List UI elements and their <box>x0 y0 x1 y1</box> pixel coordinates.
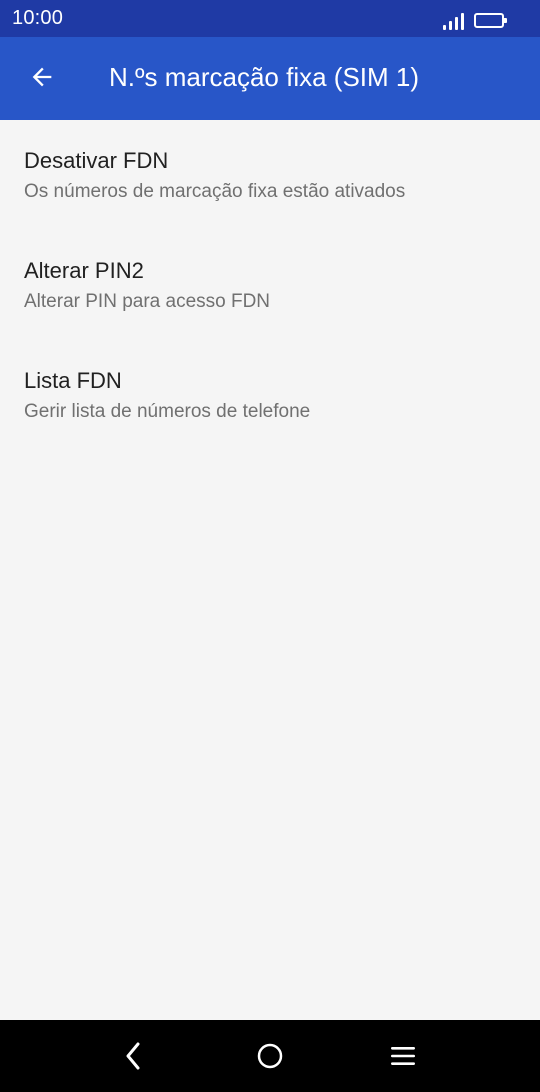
battery-icon <box>474 13 507 28</box>
nav-menu-icon[interactable] <box>383 1036 423 1076</box>
app-bar: N.ºs marcação fixa (SIM 1) <box>0 37 540 120</box>
page-title: N.ºs marcação fixa (SIM 1) <box>109 62 420 92</box>
status-time: 10:00 <box>12 7 64 29</box>
navigation-bar <box>0 1020 540 1092</box>
list-item-disable-fdn[interactable]: Desativar FDN Os números de marcação fix… <box>0 120 540 230</box>
screen: 10:00 N.ºs marcação fixa (SIM 1) Desativ… <box>0 0 540 1092</box>
nav-home-icon[interactable] <box>250 1036 290 1076</box>
list-item-subtitle: Os números de marcação fixa estão ativad… <box>24 181 406 202</box>
nav-back-icon[interactable] <box>113 1036 153 1076</box>
status-bar: 10:00 <box>0 0 540 37</box>
settings-list: Desativar FDN Os números de marcação fix… <box>0 120 540 450</box>
list-item-title: Alterar PIN2 <box>24 258 144 283</box>
list-item-title: Desativar FDN <box>24 148 169 173</box>
list-item-fdn-list[interactable]: Lista FDN Gerir lista de números de tele… <box>0 340 540 450</box>
list-item-change-pin2[interactable]: Alterar PIN2 Alterar PIN para acesso FDN <box>0 230 540 340</box>
status-icons <box>443 8 507 30</box>
arrow-back-icon[interactable] <box>22 57 62 97</box>
list-item-subtitle: Alterar PIN para acesso FDN <box>24 291 271 312</box>
list-item-subtitle: Gerir lista de números de telefone <box>24 401 311 422</box>
list-item-title: Lista FDN <box>24 368 122 393</box>
cellular-signal-icon <box>443 12 464 30</box>
